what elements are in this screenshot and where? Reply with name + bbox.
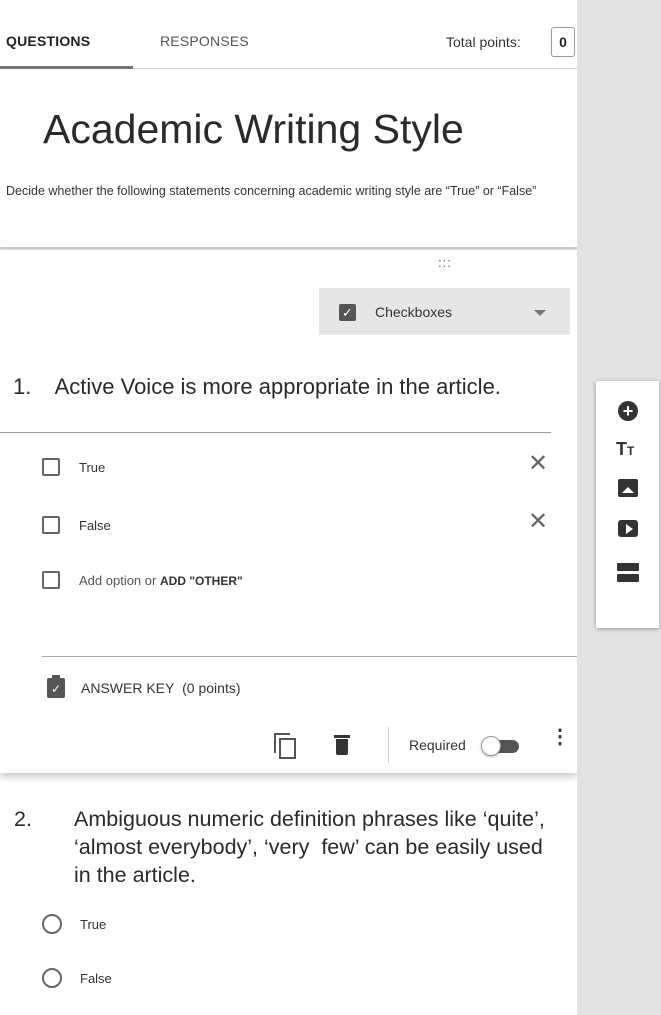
add-question-icon[interactable]: + (616, 399, 640, 423)
toggle-knob (481, 736, 501, 756)
checkbox-type-icon: ✓ (339, 304, 356, 321)
answer-key-clipboard-icon: ✓ (47, 675, 65, 698)
add-option-line: Add option or ADD "OTHER" (79, 573, 243, 588)
question-footer-toolbar: Required ⋮ (0, 725, 577, 765)
checkbox[interactable] (42, 458, 60, 476)
required-label: Required (409, 737, 466, 753)
option-label[interactable]: False (79, 518, 111, 533)
tab-questions[interactable]: QUESTIONS (6, 33, 90, 49)
form-title-card: Academic Writing Style Decide whether th… (0, 69, 577, 249)
question-title-underline (0, 432, 551, 433)
section-bar-top (617, 563, 639, 571)
or-text: or (144, 573, 157, 588)
option-row: True ✕ (42, 452, 562, 482)
question-type-dropdown[interactable]: ✓ Checkboxes (319, 288, 570, 335)
total-points-input[interactable]: 0 (551, 27, 575, 57)
question-card-1: ::: ✓ Checkboxes 1. Active Voice is more… (0, 250, 577, 773)
add-option-button[interactable]: Add option (79, 573, 141, 588)
trash-lid (334, 735, 350, 738)
tab-bar: QUESTIONS RESPONSES Total points: 0 (0, 0, 577, 69)
drag-handle-icon[interactable]: ::: (438, 255, 452, 270)
option-row: False ✕ (42, 510, 562, 540)
radio-button[interactable] (42, 968, 62, 988)
duplicate-icon[interactable] (274, 733, 298, 759)
answer-key-label: ANSWER KEY (0 points) (81, 680, 241, 696)
checkbox[interactable] (42, 516, 60, 534)
radio-label: False (80, 971, 112, 986)
image-mountain (622, 487, 634, 493)
form-title[interactable]: Academic Writing Style (43, 106, 464, 153)
question-2-number: 2. (14, 807, 32, 831)
video-play-triangle (626, 524, 633, 534)
add-other-button[interactable]: ADD "OTHER" (160, 574, 243, 588)
question-type-label: Checkboxes (375, 304, 453, 320)
add-video-icon[interactable] (616, 517, 640, 541)
title-glyph-large: T (616, 439, 627, 459)
add-section-icon[interactable] (616, 561, 640, 585)
question-2-text: Ambiguous numeric definition phrases lik… (74, 807, 545, 887)
add-image-icon[interactable] (616, 477, 640, 501)
form-editor: QUESTIONS RESPONSES Total points: 0 Acad… (0, 0, 577, 1015)
radio-button[interactable] (42, 914, 62, 934)
title-glyph-small: T (627, 444, 635, 458)
required-toggle[interactable] (481, 736, 521, 756)
checkbox (42, 571, 60, 589)
radio-label: True (80, 917, 107, 932)
question-title[interactable]: 1. Active Voice is more appropriate in t… (13, 373, 523, 401)
plus-circle: + (618, 401, 638, 421)
delete-icon[interactable] (334, 735, 350, 755)
remove-option-icon[interactable]: ✕ (528, 510, 548, 534)
form-description[interactable]: Decide whether the following statements … (6, 182, 566, 200)
side-toolbar: + TT (596, 381, 659, 628)
more-options-icon[interactable]: ⋮ (550, 727, 570, 747)
add-option-row: Add option or ADD "OTHER" (42, 571, 562, 595)
remove-option-icon[interactable]: ✕ (528, 452, 548, 476)
toolbar-separator (388, 727, 389, 763)
option-label[interactable]: True (79, 460, 105, 475)
card-divider (42, 656, 577, 657)
add-title-icon[interactable]: TT (616, 437, 640, 461)
duplicate-icon-front (279, 738, 296, 759)
tab-responses[interactable]: RESPONSES (160, 33, 249, 49)
dropdown-arrow-icon (534, 310, 546, 316)
trash-bin (336, 739, 348, 755)
total-points-label: Total points: (446, 34, 521, 50)
section-bar-bottom (617, 574, 639, 582)
